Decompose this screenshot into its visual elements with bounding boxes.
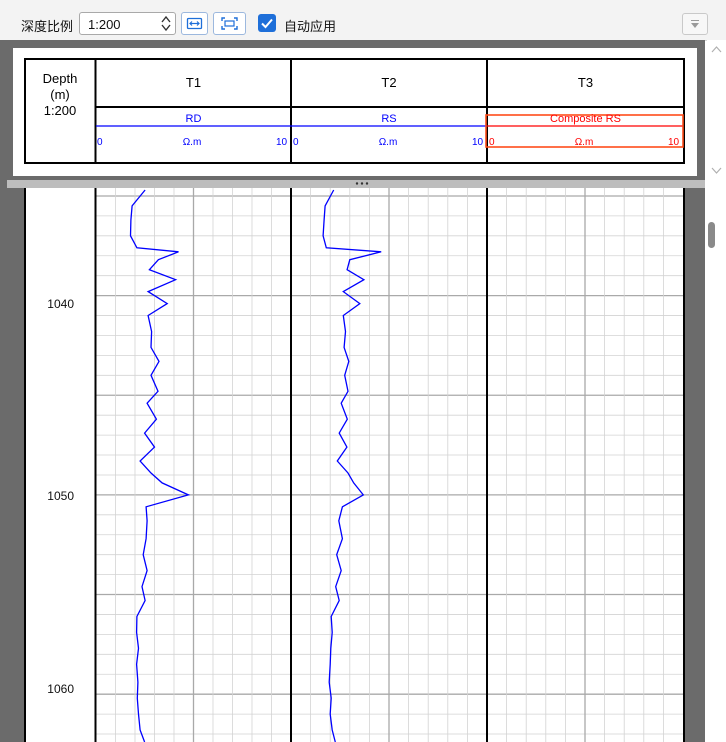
depth-label-1050: 1050 [47,489,74,503]
curve-rd[interactable] [129,189,191,742]
depth-label-1040: 1040 [47,297,74,311]
depth-label-1060: 1060 [47,682,74,696]
log-chart [24,188,685,742]
curve-rs[interactable] [322,189,382,742]
